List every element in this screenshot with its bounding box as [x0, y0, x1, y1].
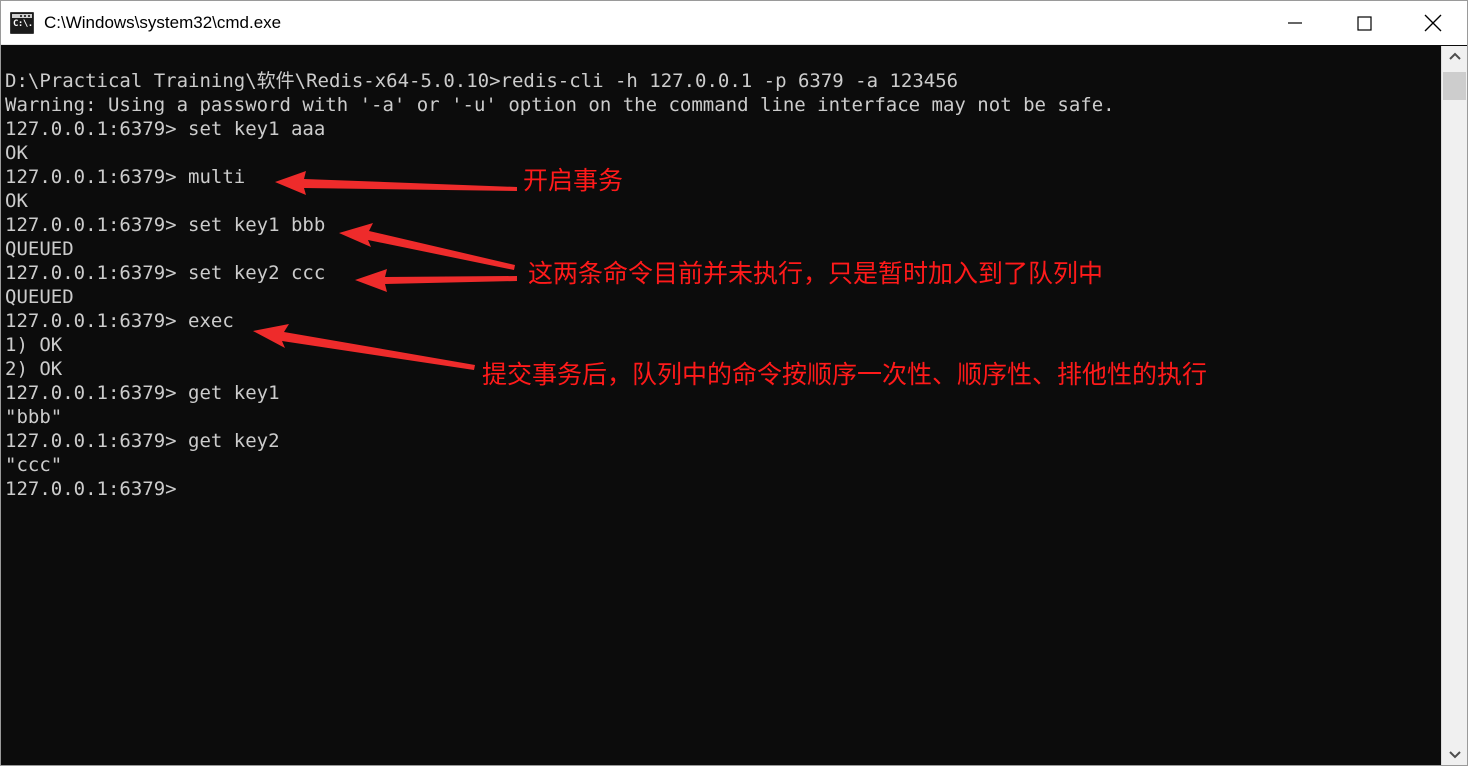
minimize-button[interactable]: [1260, 1, 1329, 45]
console-line: "ccc": [5, 454, 63, 476]
console-line: 127.0.0.1:6379> set key1 bbb: [5, 214, 326, 236]
console-line: OK: [5, 142, 28, 164]
console-output-area[interactable]: D:\Practical Training\软件\Redis-x64-5.0.1…: [1, 46, 1467, 765]
console-line: 1) OK: [5, 334, 63, 356]
cmd-console-icon: C:\.: [10, 11, 34, 34]
console-line: 127.0.0.1:6379>: [5, 478, 177, 500]
annotation-queued-label: 这两条命令目前并未执行，只是暂时加入到了队列中: [528, 259, 1104, 288]
console-line: 127.0.0.1:6379> exec: [5, 310, 234, 332]
title-bar[interactable]: C:\. C:\Windows\system32\cmd.exe: [1, 1, 1467, 45]
console-line: "bbb": [5, 406, 63, 428]
cmd-icon-glyph: C:\.: [13, 18, 33, 29]
annotation-exec-label: 提交事务后，队列中的命令按顺序一次性、顺序性、排他性的执行: [482, 360, 1208, 389]
console-line: D:\Practical Training\软件\Redis-x64-5.0.1…: [5, 70, 959, 92]
console-line: QUEUED: [5, 286, 74, 308]
cmd-window: C:\. C:\Windows\system32\cmd.exe D:\Prac…: [0, 0, 1468, 766]
console-line: QUEUED: [5, 238, 74, 260]
scroll-down-icon[interactable]: [1442, 743, 1467, 765]
annotation-multi-label: 开启事务: [523, 166, 624, 195]
scrollbar-thumb[interactable]: [1443, 72, 1466, 100]
window-title: C:\Windows\system32\cmd.exe: [44, 12, 282, 32]
scroll-up-icon[interactable]: [1442, 46, 1467, 68]
maximize-button[interactable]: [1329, 1, 1398, 45]
close-button[interactable]: [1398, 1, 1467, 45]
console-line: 127.0.0.1:6379> set key1 aaa: [5, 118, 326, 140]
window-controls: [1260, 1, 1467, 45]
console-line: Warning: Using a password with '-a' or '…: [5, 94, 1115, 116]
vertical-scrollbar[interactable]: [1441, 46, 1467, 765]
console-line: 127.0.0.1:6379> get key2: [5, 430, 280, 452]
